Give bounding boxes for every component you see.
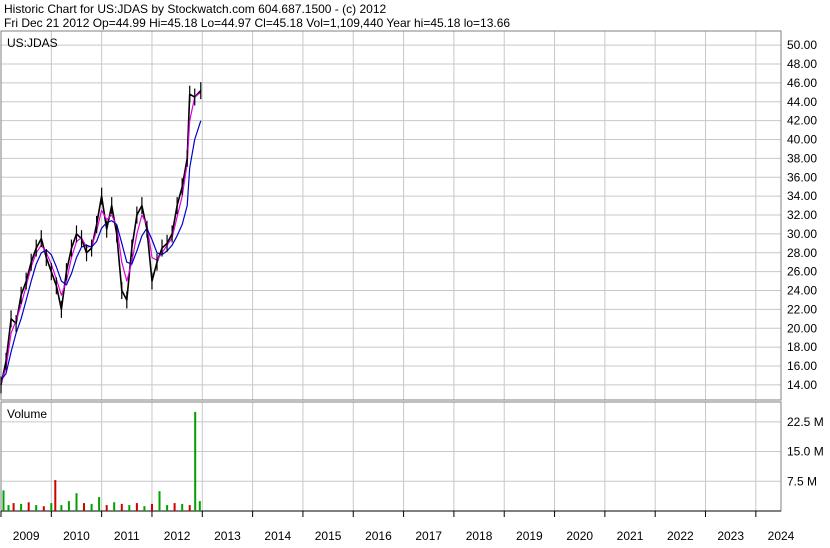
x-tick-label: 2012 (164, 529, 191, 543)
price-y-tick-label: 20.00 (787, 321, 817, 335)
volume-bar (120, 503, 123, 511)
volume-bar (35, 505, 38, 511)
x-tick-label: 2020 (566, 529, 593, 543)
price-y-tick-label: 14.00 (787, 378, 817, 392)
price-y-tick-label: 42.00 (787, 114, 817, 128)
volume-bar (98, 497, 101, 511)
volume-bar (151, 503, 153, 511)
stock-chart: Historic Chart for US:JDAS by Stockwatch… (0, 0, 830, 543)
volume-bar (60, 505, 63, 511)
x-tick-label: 2018 (466, 529, 493, 543)
price-y-tick-label: 16.00 (787, 359, 817, 373)
x-tick-label: 2014 (264, 529, 291, 543)
price-y-tick-label: 36.00 (787, 170, 817, 184)
volume-bar (12, 503, 15, 511)
volume-bar (128, 505, 131, 511)
price-y-tick-label: 50.00 (787, 38, 817, 52)
volume-panel-label: Volume (7, 407, 47, 421)
x-tick-label: 2011 (114, 529, 140, 543)
volume-bar (135, 503, 138, 511)
volume-bar (42, 506, 45, 511)
price-y-tick-label: 38.00 (787, 151, 817, 165)
x-tick-label: 2023 (717, 529, 744, 543)
x-tick-label: 2024 (768, 529, 795, 543)
x-tick-label: 2013 (214, 529, 241, 543)
price-panel-label: US:JDAS (7, 36, 58, 50)
volume-bar (188, 505, 191, 511)
volume-bar (20, 503, 23, 511)
volume-bar (54, 480, 57, 511)
price-y-tick-label: 18.00 (787, 340, 817, 354)
price-y-tick-label: 30.00 (787, 227, 817, 241)
volume-bar (198, 501, 201, 511)
x-tick-label: 2010 (63, 529, 90, 543)
price-y-tick-label: 28.00 (787, 246, 817, 260)
volume-bar (105, 505, 108, 511)
volume-bar (113, 502, 116, 511)
volume-bar (143, 506, 146, 511)
volume-bar (27, 502, 30, 511)
volume-bar (181, 503, 184, 511)
price-y-tick-label: 34.00 (787, 189, 817, 203)
x-tick-label: 2015 (315, 529, 342, 543)
volume-bar (173, 503, 176, 511)
chart-header-line2: Fri Dec 21 2012 Op=44.99 Hi=45.18 Lo=44.… (4, 16, 510, 30)
x-tick-label: 2019 (516, 529, 543, 543)
volume-bar (83, 503, 85, 511)
volume-bar (194, 411, 197, 511)
volume-bar (67, 501, 70, 511)
volume-y-tick-label: 15.0 M (787, 445, 824, 459)
price-y-tick-label: 44.00 (787, 95, 817, 109)
chart-canvas: Historic Chart for US:JDAS by Stockwatch… (0, 0, 830, 543)
price-y-tick-label: 22.00 (787, 302, 817, 316)
price-y-tick-label: 32.00 (787, 208, 817, 222)
x-tick-label: 2017 (415, 529, 442, 543)
volume-bar (158, 491, 161, 511)
price-y-tick-label: 24.00 (787, 284, 817, 298)
x-tick-label: 2009 (13, 529, 40, 543)
volume-bar (7, 505, 10, 511)
volume-bar (166, 505, 169, 511)
volume-bar (2, 490, 5, 511)
chart-header-line1: Historic Chart for US:JDAS by Stockwatch… (4, 2, 386, 16)
volume-y-tick-label: 7.5 M (787, 474, 817, 488)
price-y-tick-label: 26.00 (787, 265, 817, 279)
volume-bar (50, 503, 53, 511)
volume-y-tick-label: 22.5 M (787, 415, 824, 429)
volume-bar (90, 503, 93, 511)
x-tick-label: 2022 (667, 529, 694, 543)
price-y-tick-label: 48.00 (787, 57, 817, 71)
price-y-tick-label: 46.00 (787, 76, 817, 90)
volume-bar (75, 493, 78, 511)
price-y-tick-label: 40.00 (787, 133, 817, 147)
x-tick-label: 2016 (365, 529, 392, 543)
x-tick-label: 2021 (617, 529, 644, 543)
